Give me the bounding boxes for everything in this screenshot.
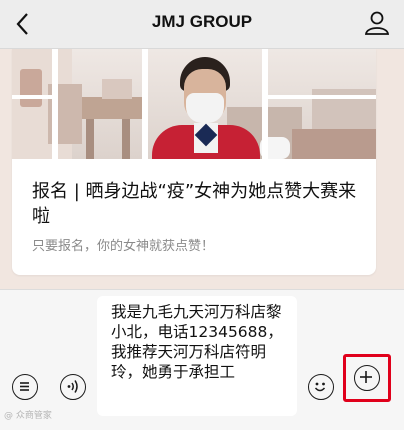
list-icon[interactable] (12, 374, 38, 400)
chat-area: 报名 | 晒身边战“疫”女神为她点赞大赛来啦 只要报名，你的女神就获点赞！ (0, 49, 404, 289)
emoji-icon[interactable] (308, 374, 334, 400)
voice-icon[interactable] (60, 374, 86, 400)
article-card[interactable]: 报名 | 晒身边战“疫”女神为她点赞大赛来啦 只要报名，你的女神就获点赞！ (12, 49, 376, 275)
plus-button-highlight (343, 354, 391, 402)
article-description: 只要报名，你的女神就获点赞！ (32, 239, 215, 254)
person-icon[interactable] (364, 10, 390, 36)
article-photo (12, 49, 376, 159)
message-input[interactable]: 我是九毛九天河万科店黎小北，电话12345688， 我推荐天河万科店符明玲，她勇… (97, 296, 297, 416)
nav-bar: JMJ GROUP (0, 0, 404, 49)
plus-icon[interactable] (354, 365, 380, 391)
watermark: @ 众商管家 (4, 411, 52, 421)
page-title: JMJ GROUP (151, 12, 253, 31)
article-headline[interactable]: 报名 | 晒身边战“疫”女神为她点赞大赛来啦 (32, 179, 372, 229)
input-toolbar: 我是九毛九天河万科店黎小北，电话12345688， 我推荐天河万科店符明玲，她勇… (0, 289, 404, 430)
